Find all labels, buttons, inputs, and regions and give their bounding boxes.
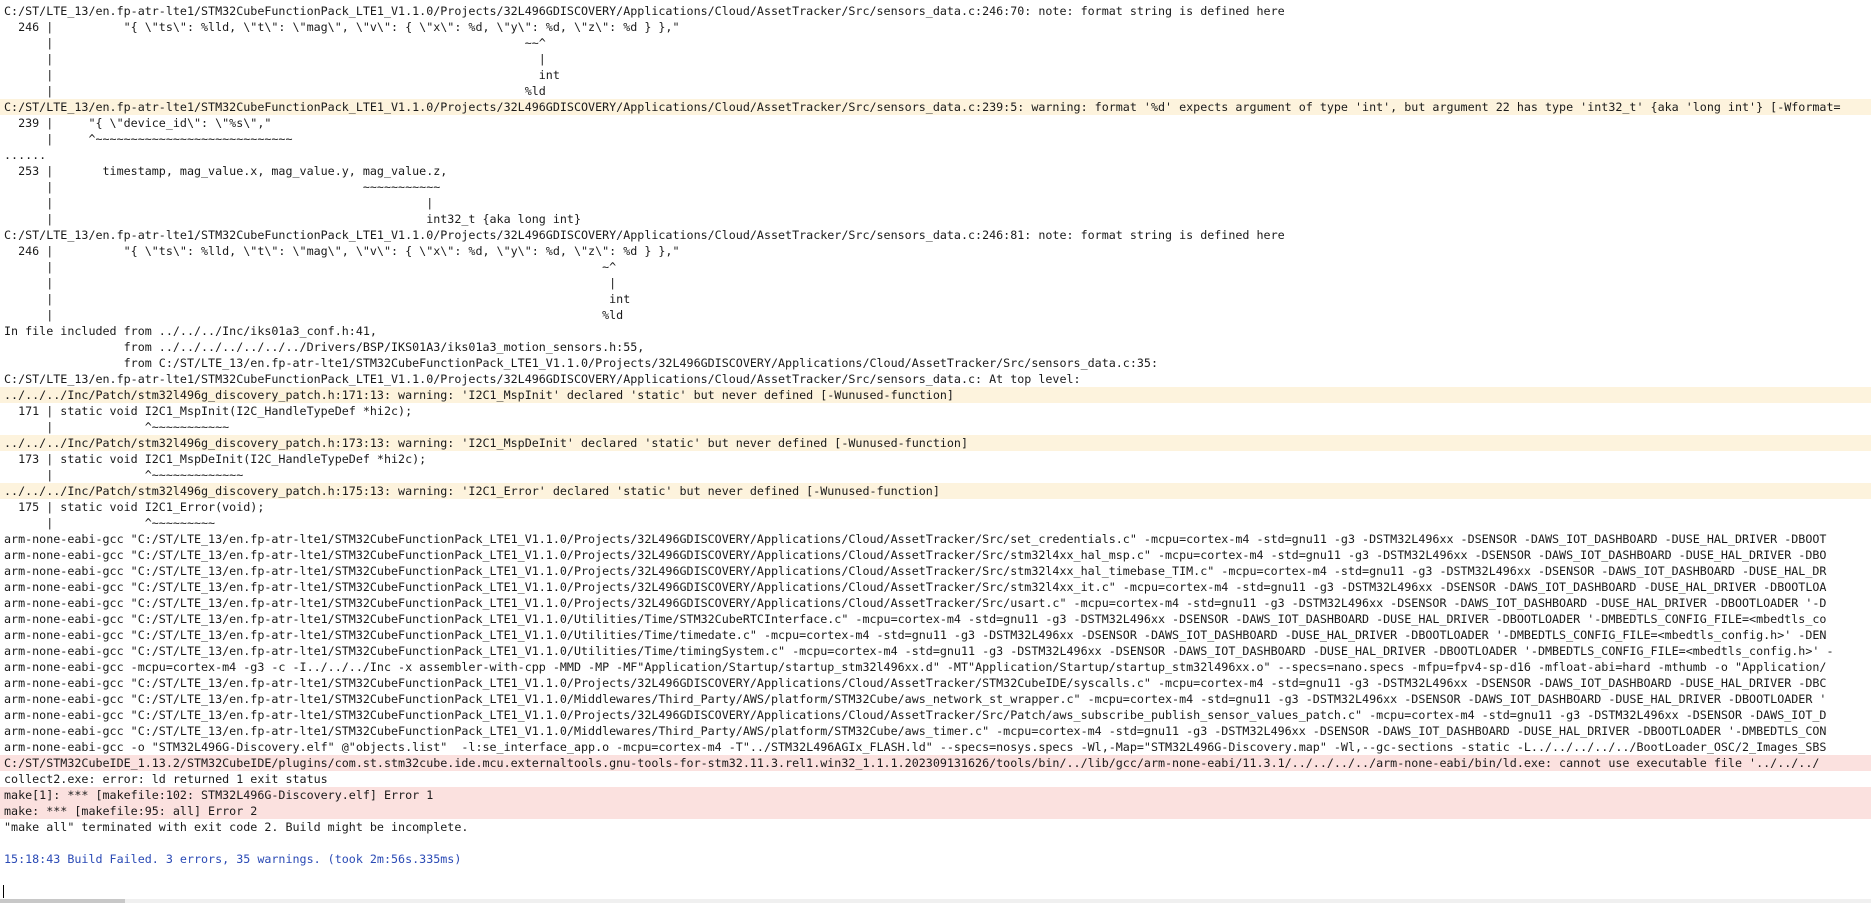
- console-line: from C:/ST/LTE_13/en.fp-atr-lte1/STM32Cu…: [4, 356, 1158, 370]
- console-line: arm-none-eabi-gcc "C:/ST/LTE_13/en.fp-at…: [4, 708, 1827, 722]
- console-line: collect2.exe: error: ld returned 1 exit …: [4, 772, 328, 786]
- console-line: arm-none-eabi-gcc "C:/ST/LTE_13/en.fp-at…: [4, 580, 1827, 594]
- console-line: | ^~~~~~~~~~: [4, 516, 216, 530]
- console-line: "make all" terminated with exit code 2. …: [4, 820, 469, 834]
- console-line: 173 | static void I2C1_MspDeInit(I2C_Han…: [4, 452, 427, 466]
- console-line: | ~~^: [4, 36, 546, 50]
- console-line: arm-none-eabi-gcc "C:/ST/LTE_13/en.fp-at…: [4, 644, 1834, 658]
- console-line: 175 | static void I2C1_Error(void);: [4, 500, 265, 514]
- console-line-error: make: *** [makefile:95: all] Error 2: [0, 803, 1871, 819]
- console-line: [0, 883, 1871, 899]
- console-line: | %ld: [4, 308, 624, 322]
- console-line: | |: [4, 196, 434, 210]
- console-line: arm-none-eabi-gcc "C:/ST/LTE_13/en.fp-at…: [4, 612, 1827, 626]
- console-line: | |: [4, 276, 617, 290]
- console-line: | |: [4, 52, 546, 66]
- horizontal-scrollbar[interactable]: [0, 899, 1871, 903]
- console-line: arm-none-eabi-gcc "C:/ST/LTE_13/en.fp-at…: [4, 532, 1827, 546]
- console-line: | int32_t {aka long int}: [4, 212, 581, 226]
- console-line: ......: [4, 148, 47, 162]
- console-line: arm-none-eabi-gcc "C:/ST/LTE_13/en.fp-at…: [4, 548, 1827, 562]
- console-line: | ^~~~~~~~~~~~~~: [4, 468, 244, 482]
- console-line: arm-none-eabi-gcc "C:/ST/LTE_13/en.fp-at…: [4, 724, 1827, 738]
- console-line: 171 | static void I2C1_MspInit(I2C_Handl…: [4, 404, 413, 418]
- console-line-warning: ../../../Inc/Patch/stm32l496g_discovery_…: [0, 483, 1871, 499]
- console-line: arm-none-eabi-gcc "C:/ST/LTE_13/en.fp-at…: [4, 564, 1827, 578]
- console-line: 239 | "{ \"device_id\": \"%s\",": [4, 116, 272, 130]
- console-line: | int: [4, 68, 560, 82]
- console-line: C:/ST/LTE_13/en.fp-atr-lte1/STM32CubeFun…: [4, 4, 1285, 18]
- console-line: arm-none-eabi-gcc "C:/ST/LTE_13/en.fp-at…: [4, 596, 1827, 610]
- console-line: 253 | timestamp, mag_value.x, mag_value.…: [4, 164, 448, 178]
- console-line-warning: ../../../Inc/Patch/stm32l496g_discovery_…: [0, 387, 1871, 403]
- console-line: | %ld: [4, 84, 546, 98]
- console-line-error: make[1]: *** [makefile:102: STM32L496G-D…: [0, 787, 1871, 803]
- console-line: arm-none-eabi-gcc -o "STM32L496G-Discove…: [4, 740, 1827, 754]
- console-line: | ^~~~~~~~~~~~: [4, 420, 230, 434]
- console-line: arm-none-eabi-gcc "C:/ST/LTE_13/en.fp-at…: [4, 692, 1827, 706]
- scrollbar-thumb[interactable]: [0, 899, 125, 903]
- console-line-warning: ../../../Inc/Patch/stm32l496g_discovery_…: [0, 435, 1871, 451]
- build-status-line: 15:18:43 Build Failed. 3 errors, 35 warn…: [4, 852, 462, 866]
- console-line: from ../../../../../../../Drivers/BSP/IK…: [4, 340, 645, 354]
- console-line: 246 | "{ \"ts\": %lld, \"t\": \"mag\", \…: [4, 244, 680, 258]
- console-line: 246 | "{ \"ts\": %lld, \"t\": \"mag\", \…: [4, 20, 680, 34]
- console-line: | ^~~~~~~~~~~~~~~~~~~~~~~~~~~~~: [4, 132, 293, 146]
- console-line: In file included from ../../../Inc/iks01…: [4, 324, 377, 338]
- console-line: | int: [4, 292, 631, 306]
- console-line-warning: C:/ST/LTE_13/en.fp-atr-lte1/STM32CubeFun…: [0, 99, 1871, 115]
- build-console[interactable]: C:/ST/LTE_13/en.fp-atr-lte1/STM32CubeFun…: [0, 3, 1871, 903]
- console-line: | ~^: [4, 260, 617, 274]
- console-line: C:/ST/LTE_13/en.fp-atr-lte1/STM32CubeFun…: [4, 228, 1285, 242]
- console-line: | ~~~~~~~~~~~: [4, 180, 441, 194]
- console-line: arm-none-eabi-gcc "C:/ST/LTE_13/en.fp-at…: [4, 676, 1827, 690]
- text-cursor: [3, 885, 4, 898]
- console-line: arm-none-eabi-gcc -mcpu=cortex-m4 -g3 -c…: [4, 660, 1827, 674]
- console-line: C:/ST/LTE_13/en.fp-atr-lte1/STM32CubeFun…: [4, 372, 1081, 386]
- console-line-error: C:/ST/STM32CubeIDE_1.13.2/STM32CubeIDE/p…: [0, 755, 1871, 771]
- console-line: arm-none-eabi-gcc "C:/ST/LTE_13/en.fp-at…: [4, 628, 1827, 642]
